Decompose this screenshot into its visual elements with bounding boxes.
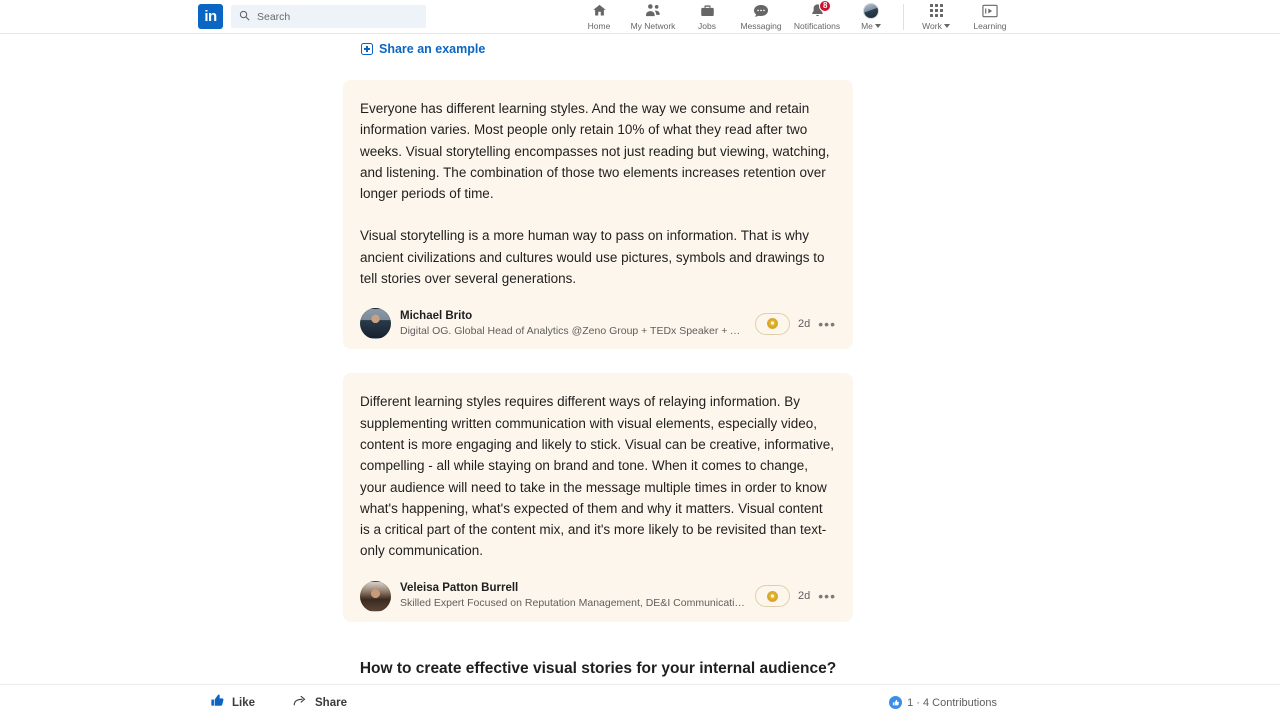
linkedin-logo[interactable]: in bbox=[198, 4, 223, 29]
page-body: Share an example Everyone has different … bbox=[0, 34, 1280, 720]
top-contributor-award-icon[interactable] bbox=[755, 585, 791, 608]
nav-item-me-label: Me bbox=[861, 21, 881, 31]
contribution-timestamp: 2d bbox=[798, 590, 811, 603]
author-meta: Veleisa Patton Burrell Skilled Expert Fo… bbox=[400, 581, 749, 611]
author-headline: Skilled Expert Focused on Reputation Man… bbox=[400, 597, 745, 610]
thumbs-up-icon bbox=[210, 693, 225, 713]
contribution-card: Different learning styles requires diffe… bbox=[343, 373, 853, 622]
people-icon bbox=[645, 3, 661, 19]
chevron-down-icon bbox=[874, 23, 881, 28]
contribution-card: Everyone has different learning styles. … bbox=[343, 80, 853, 350]
share-arrow-icon bbox=[293, 694, 308, 712]
nav-item-jobs[interactable]: Jobs bbox=[681, 0, 733, 34]
search-input[interactable]: Search bbox=[231, 5, 426, 28]
nav-item-notifications-label: Notifications bbox=[793, 20, 841, 31]
contributions-summary[interactable]: 1 · 4 Contributions bbox=[889, 696, 997, 709]
chevron-down-icon bbox=[943, 23, 950, 28]
like-reaction-icon bbox=[889, 696, 903, 709]
nav-item-jobs-label: Jobs bbox=[698, 20, 716, 31]
global-navigation-bar: in Search Home My Network Jobs Messaging… bbox=[0, 0, 1280, 34]
notifications-badge: 8 bbox=[819, 0, 832, 12]
more-options-icon[interactable]: ••• bbox=[818, 589, 836, 603]
contribution-timestamp: 2d bbox=[798, 317, 811, 330]
like-button[interactable]: Like bbox=[210, 693, 255, 713]
share-label: Share bbox=[315, 696, 347, 709]
contributions-count: 1 · 4 Contributions bbox=[907, 696, 997, 709]
bottom-action-bar: Like Share 1 · 4 Contributions bbox=[0, 684, 1280, 720]
contribution-paragraph: Everyone has different learning styles. … bbox=[360, 101, 830, 202]
article-content-column: Share an example Everyone has different … bbox=[343, 34, 853, 678]
top-contributor-award-icon[interactable] bbox=[755, 312, 791, 335]
home-icon bbox=[592, 3, 607, 19]
nav-item-learning-label: Learning bbox=[973, 20, 1007, 31]
bottom-bar-actions: Like Share bbox=[210, 693, 347, 713]
briefcase-icon bbox=[700, 3, 715, 19]
search-placeholder: Search bbox=[257, 10, 291, 23]
nav-item-messaging-label: Messaging bbox=[740, 20, 782, 31]
nav-item-home[interactable]: Home bbox=[573, 0, 625, 34]
contribution-meta-group: 2d ••• bbox=[755, 585, 836, 608]
share-an-example-button[interactable]: Share an example bbox=[361, 42, 485, 56]
more-options-icon[interactable]: ••• bbox=[818, 317, 836, 331]
avatar-icon bbox=[863, 2, 879, 19]
share-an-example-label: Share an example bbox=[379, 42, 486, 56]
nav-item-notifications[interactable]: 8 Notifications bbox=[789, 0, 845, 34]
nav-item-my-network-label: My Network bbox=[630, 20, 676, 31]
author-headline: Digital OG. Global Head of Analytics @Ze… bbox=[400, 324, 745, 337]
contribution-paragraph: Visual storytelling is a more human way … bbox=[360, 228, 825, 287]
next-section-heading: How to create effective visual stories f… bbox=[359, 659, 837, 677]
nav-divider bbox=[903, 3, 904, 30]
nav-item-home-label: Home bbox=[587, 20, 611, 31]
contribution-author-row: Michael Brito Digital OG. Global Head of… bbox=[360, 308, 836, 340]
search-icon bbox=[239, 8, 250, 26]
nav-item-work[interactable]: Work bbox=[910, 0, 962, 34]
nav-item-learning[interactable]: Learning bbox=[962, 0, 1018, 34]
contribution-meta-group: 2d ••• bbox=[755, 312, 836, 335]
contribution-paragraph: Different learning styles requires diffe… bbox=[360, 394, 834, 559]
avatar[interactable] bbox=[360, 580, 391, 612]
nav-left-group: in Search bbox=[198, 4, 426, 29]
nav-item-work-label: Work bbox=[922, 21, 950, 31]
learning-icon bbox=[982, 3, 998, 19]
message-bubble-icon bbox=[753, 3, 769, 19]
plus-square-icon bbox=[361, 43, 373, 55]
contribution-author-row: Veleisa Patton Burrell Skilled Expert Fo… bbox=[360, 580, 836, 612]
author-name[interactable]: Veleisa Patton Burrell bbox=[400, 581, 749, 596]
nav-item-my-network[interactable]: My Network bbox=[625, 0, 681, 34]
author-name[interactable]: Michael Brito bbox=[400, 309, 749, 324]
nav-right-group: Home My Network Jobs Messaging 8 Notific… bbox=[573, 0, 1018, 34]
nav-item-messaging[interactable]: Messaging bbox=[733, 0, 789, 34]
share-button[interactable]: Share bbox=[293, 694, 347, 712]
author-meta: Michael Brito Digital OG. Global Head of… bbox=[400, 309, 749, 339]
grid-icon bbox=[929, 3, 943, 19]
avatar[interactable] bbox=[360, 308, 391, 340]
nav-item-me[interactable]: Me bbox=[845, 0, 897, 34]
like-label: Like bbox=[232, 696, 256, 709]
